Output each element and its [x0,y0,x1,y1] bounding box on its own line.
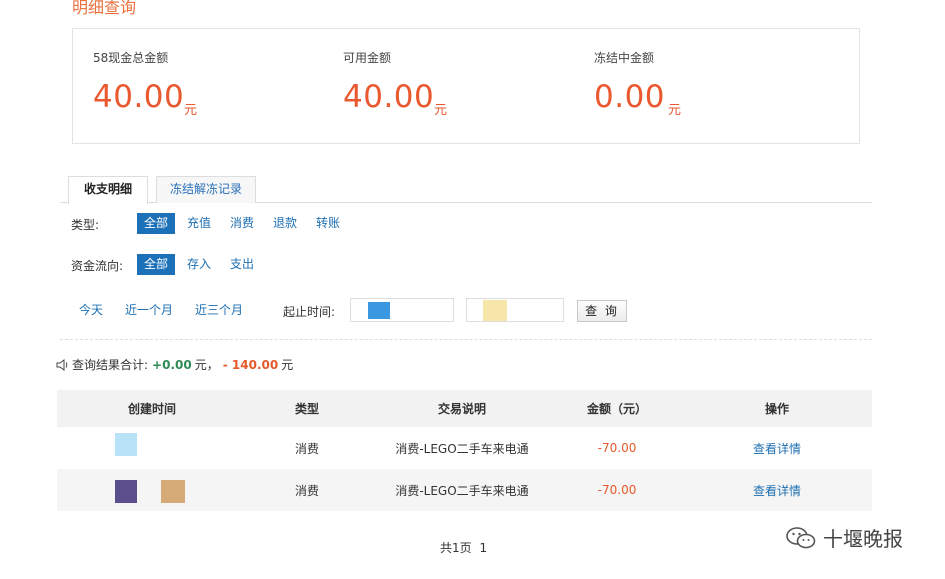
result-income: +0.00 [152,357,192,372]
balance-summary: 58现金总金额 40.00 元 可用金额 40.00 元 冻结中金额 0.00 … [72,28,860,144]
total-balance-value: 40.00 [93,79,185,115]
flow-filter-deposit[interactable]: 存入 [180,254,218,275]
column-action: 操作 [764,402,789,416]
page-title: 明细查询 [72,0,137,17]
row-created-time [87,469,217,511]
pagination-page-1[interactable]: 1 [479,541,487,555]
flow-filter-label: 资金流向: [71,259,124,273]
row-type: 消费 [294,441,319,456]
end-date-redacted [483,300,507,321]
total-balance-unit: 元 [184,103,198,118]
date-range-label: 起止时间: [283,305,336,319]
table-header: 创建时间 类型 交易说明 金额（元） 操作 [57,390,872,427]
result-expense: - 140.00 [222,357,279,372]
column-description: 交易说明 [437,402,486,416]
total-balance-label: 58现金总金额 [93,51,169,65]
column-created-time: 创建时间 [127,402,176,416]
table-row: 消费 消费-LEGO二手车来电通 -70.00 查看详情 [57,427,872,469]
table-row: 消费 消费-LEGO二手车来电通 -70.00 查看详情 [57,469,872,511]
tab-income-expense[interactable]: 收支明细 [68,176,148,204]
tab-bar: 收支明细 冻结解冻记录 [60,176,872,204]
frozen-balance-value: 0.00 [594,79,666,115]
available-balance-unit: 元 [434,103,448,118]
row-type: 消费 [294,483,319,498]
row-amount: -70.00 [597,441,637,455]
query-button[interactable]: 查 询 [577,300,627,322]
frozen-balance-unit: 元 [668,103,682,118]
type-filter-label: 类型: [71,218,100,232]
pagination-total: 共1页 [440,541,472,555]
type-filter-refund[interactable]: 退款 [266,213,304,234]
available-balance-value: 40.00 [343,79,435,115]
watermark-text: 十堰晚报 [823,527,903,551]
start-date-input[interactable] [350,298,454,322]
wechat-icon [785,525,817,551]
created-time-redacted [161,480,185,503]
pagination: 共1页 1 [440,539,487,556]
range-last-month[interactable]: 近一个月 [118,300,180,321]
row-detail-link[interactable]: 查看详情 [727,427,827,469]
created-time-redacted [115,433,137,456]
result-expense-unit: 元 [281,358,294,372]
column-amount: 金额（元） [586,402,647,416]
result-income-unit: 元， [194,358,219,372]
column-type: 类型 [294,402,319,416]
result-summary: 查询结果合计: +0.00 元， - 140.00 元 [56,356,293,373]
type-filter-consume[interactable]: 消费 [223,213,261,234]
end-date-input[interactable] [466,298,564,322]
range-last-three-months[interactable]: 近三个月 [188,300,250,321]
type-filter-all[interactable]: 全部 [137,213,175,234]
watermark: 十堰晚报 [785,523,903,552]
type-filter-recharge[interactable]: 充值 [180,213,218,234]
type-filter-transfer[interactable]: 转账 [309,213,347,234]
row-description: 消费-LEGO二手车来电通 [395,483,529,498]
row-description: 消费-LEGO二手车来电通 [395,441,529,456]
row-created-time [87,427,217,469]
flow-filter-expense[interactable]: 支出 [223,254,261,275]
tab-freeze-records[interactable]: 冻结解冻记录 [156,176,256,203]
created-time-redacted [115,480,137,503]
transactions-table: 创建时间 类型 交易说明 金额（元） 操作 消费 消费-LEGO二手车来电通 -… [57,390,872,511]
range-today[interactable]: 今天 [72,300,110,321]
frozen-balance-label: 冻结中金额 [594,51,655,65]
start-date-redacted [368,302,390,319]
flow-filter-all[interactable]: 全部 [137,254,175,275]
row-detail-link[interactable]: 查看详情 [727,469,827,511]
row-amount: -70.00 [597,483,637,497]
available-balance-label: 可用金额 [343,51,392,65]
divider [60,339,872,340]
speaker-icon [56,358,70,371]
result-prefix: 查询结果合计: [72,358,149,372]
